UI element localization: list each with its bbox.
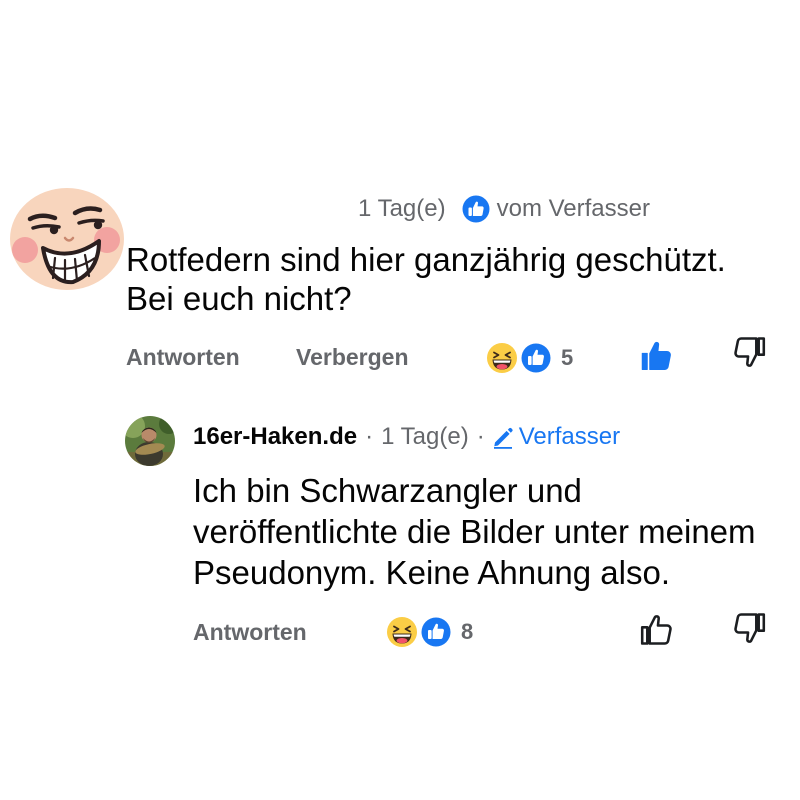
thumbs-down-icon: [734, 337, 766, 367]
like-button[interactable]: [638, 612, 674, 648]
reply-meta: 16er-Haken.de · 1 Tag(e) · Verfasser: [193, 422, 620, 452]
like-button[interactable]: [638, 338, 674, 374]
like-reaction-icon: [519, 341, 553, 375]
like-circle-icon: [462, 195, 490, 223]
like-reaction-icon: [419, 615, 453, 649]
reply-timestamp[interactable]: 1 Tag(e): [381, 422, 469, 452]
comment-timestamp[interactable]: 1 Tag(e): [358, 194, 446, 224]
author-name[interactable]: 16er-Haken.de: [193, 422, 357, 452]
hide-button[interactable]: Verbergen: [296, 343, 409, 371]
author-avatar[interactable]: [125, 416, 175, 466]
like-circle-icon: [462, 195, 490, 223]
comment-text: Rotfedern sind hier ganzjährig geschützt…: [126, 240, 726, 318]
meta-separator: ·: [365, 423, 374, 450]
reply-button[interactable]: Antworten: [193, 618, 307, 646]
reaction-count: 8: [461, 619, 474, 644]
thumbs-down-icon: [734, 613, 766, 643]
comment-text-line: Rotfedern sind hier ganzjährig geschützt…: [126, 241, 726, 278]
reply-text: Ich bin Schwarzangler und veröffentlicht…: [193, 470, 756, 593]
smirk-face-icon: [10, 188, 124, 290]
author-reaction-label: vom Verfasser: [496, 195, 650, 222]
dislike-button[interactable]: [732, 610, 768, 646]
commenter-avatar[interactable]: [3, 186, 127, 292]
reaction-count: 5: [561, 345, 574, 370]
reply-text-line: Ich bin Schwarzangler und: [193, 472, 582, 509]
comment-text-line: Bei euch nicht?: [126, 280, 352, 317]
meta-separator: ·: [476, 423, 485, 450]
haha-emoji-icon: [386, 616, 418, 648]
thumbs-up-icon: [640, 615, 672, 645]
profile-photo: [125, 416, 175, 466]
pencil-icon: [491, 425, 515, 449]
reply-text-line: Pseudonym. Keine Ahnung also.: [193, 554, 671, 591]
thumbs-up-icon: [641, 341, 671, 370]
reaction-summary[interactable]: 8: [384, 614, 480, 650]
reply-text-line: veröffentlichte die Bilder unter meinem: [193, 513, 756, 550]
reply-button[interactable]: Antworten: [126, 343, 240, 371]
author-badge-label: Verfasser: [518, 423, 621, 450]
dislike-button[interactable]: [732, 334, 768, 370]
comment-thread: 1 Tag(e) vom Verfasser Rotfedern sind hi…: [0, 0, 800, 800]
reaction-summary[interactable]: 5: [484, 340, 580, 376]
haha-emoji-icon: [486, 342, 518, 374]
comment-meta: 1 Tag(e) vom Verfasser: [358, 194, 650, 224]
